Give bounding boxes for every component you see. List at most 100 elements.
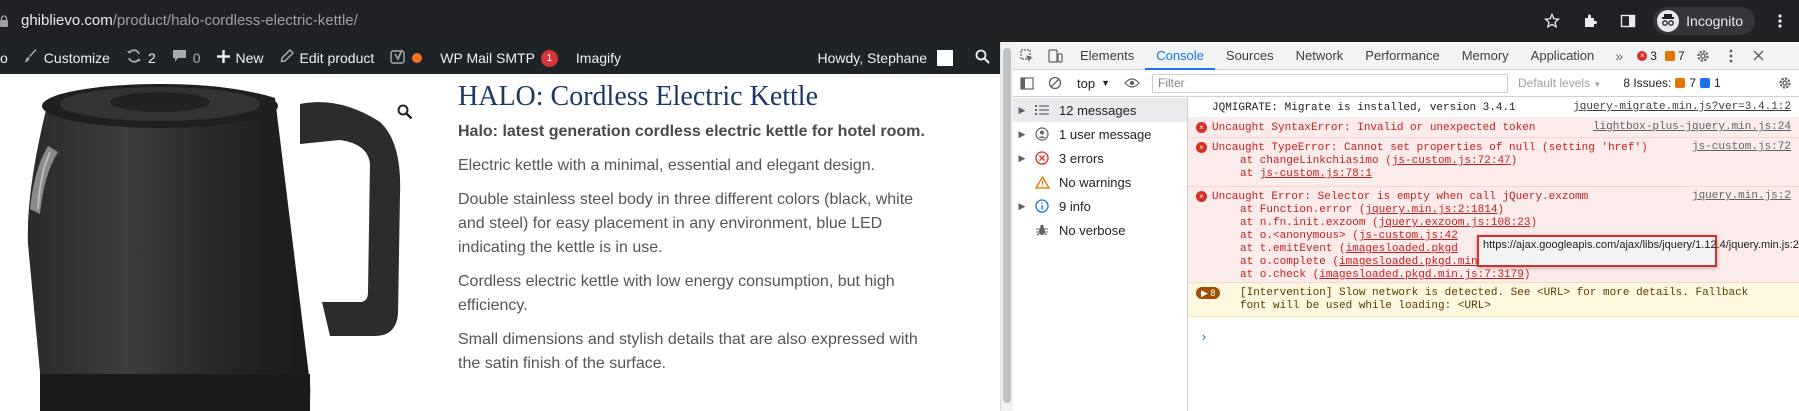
console-prompt[interactable]: ›	[1200, 330, 1208, 345]
sidebar-item-label: 9 info	[1059, 198, 1091, 214]
error-count[interactable]: × 3	[1633, 49, 1661, 63]
image-zoom-icon[interactable]	[397, 104, 413, 125]
customize-link[interactable]: Customize	[24, 42, 110, 74]
updates-link[interactable]: 2	[126, 42, 156, 74]
stack-frame-link[interactable]: jquery.min.js:2:1814	[1365, 204, 1497, 216]
product-page: HALO: Cordless Electric Kettle Halo: lat…	[0, 74, 1000, 411]
link-url-tooltip: https://ajax.googleapis.com/ajax/libs/jq…	[1477, 235, 1799, 267]
stack-frame-link[interactable]: jquery.exzoom.js:108:23	[1379, 217, 1531, 229]
issues-button[interactable]: 8 Issues: 7 1	[1623, 76, 1720, 90]
message-source-link[interactable]: jquery-migrate.min.js?ver=3.4.1:2	[1573, 101, 1791, 114]
avatar[interactable]	[937, 50, 953, 66]
lock-icon[interactable]	[0, 15, 8, 27]
yoast-seo-link[interactable]	[390, 42, 423, 74]
wp-admin-fragment[interactable]: o	[0, 42, 8, 74]
stack-frame: at o.check (imagesloaded.pkgd.min.js:7:3…	[1240, 269, 1531, 281]
wp-mail-smtp-link[interactable]: WP Mail SMTP 1	[440, 42, 558, 74]
close-devtools-icon[interactable]	[1745, 42, 1773, 70]
sidebar-item-errors[interactable]: ▶ 3 errors	[1013, 146, 1187, 170]
sidebar-item-label: 12 messages	[1059, 102, 1137, 118]
settings-gear-icon[interactable]	[1689, 42, 1717, 70]
sidebar-item-user-messages[interactable]: ▶ 1 user message	[1013, 122, 1187, 146]
address-bar[interactable]: ghiblievo.com/product/halo-cordless-elec…	[21, 12, 358, 29]
chevron-down-icon: ▼	[1593, 80, 1602, 89]
console-filter-input[interactable]	[1152, 73, 1508, 93]
warning-count[interactable]: 7	[1661, 49, 1689, 63]
more-tabs-icon[interactable]: »	[1605, 42, 1633, 70]
stack-frame-text: at changeLinkchiasimo (	[1240, 155, 1392, 167]
imagify-label: Imagify	[575, 50, 622, 66]
console-settings-gear-icon[interactable]	[1771, 69, 1799, 97]
stack-frame: at changeLinkchiasimo (js-custom.js:72:4…	[1240, 155, 1518, 167]
edit-product-label: Edit product	[299, 50, 375, 66]
stack-frame-link[interactable]: imagesloaded.pkgd.min.js:7:3179	[1319, 269, 1524, 281]
tab-network[interactable]: Network	[1285, 42, 1355, 70]
message-source-link[interactable]: jquery.min.js:2	[1692, 190, 1791, 203]
kettle-product-image[interactable]	[0, 74, 440, 411]
error-count-value: 3	[1650, 48, 1657, 63]
issues-info-count: 1	[1714, 76, 1721, 90]
howdy-user-menu[interactable]: Howdy, Stephane	[818, 50, 927, 66]
error-icon: ×	[1196, 122, 1207, 133]
clear-console-icon[interactable]	[1041, 69, 1069, 97]
product-description-1: Electric kettle with a minimal, essentia…	[458, 157, 876, 174]
stack-frame-text: at o.<anonymous> (	[1240, 230, 1359, 242]
message-text: [Intervention] Slow network is detected.…	[1240, 287, 1749, 299]
edit-product-link[interactable]: Edit product	[280, 42, 375, 74]
page-scrollbar-thumb[interactable]	[1003, 48, 1011, 403]
sidebar-item-info[interactable]: ▶ 9 info	[1013, 194, 1187, 218]
extensions-icon[interactable]	[1571, 0, 1609, 42]
toggle-sidebar-icon[interactable]	[1013, 69, 1041, 97]
side-panel-icon[interactable]	[1609, 0, 1647, 42]
context-selector[interactable]: top ▼	[1069, 76, 1118, 91]
sidebar-item-label: 1 user message	[1059, 126, 1152, 142]
imagify-link[interactable]: Imagify	[576, 42, 621, 74]
stack-frame-link[interactable]: js-custom.js:72:47	[1392, 155, 1511, 167]
inspect-element-icon[interactable]	[1013, 42, 1041, 70]
yoast-icon	[390, 49, 406, 68]
product-description-3: Cordless electric kettle with low energy…	[458, 273, 895, 314]
bookmark-star-icon[interactable]	[1533, 0, 1571, 42]
live-expression-eye-icon[interactable]	[1118, 69, 1146, 97]
sidebar-item-messages[interactable]: ▶ 12 messages	[1013, 98, 1187, 122]
repeat-count-badge[interactable]: ▶ 8	[1196, 287, 1221, 299]
tab-console[interactable]: Console	[1145, 42, 1215, 70]
url-host: ghiblievo.com	[21, 12, 113, 29]
sidebar-item-verbose[interactable]: No verbose	[1013, 218, 1187, 242]
context-selector-value: top	[1077, 75, 1096, 91]
new-content-link[interactable]: New	[216, 42, 264, 74]
wp-mail-smtp-label: WP Mail SMTP	[440, 50, 535, 66]
tab-memory[interactable]: Memory	[1451, 42, 1520, 70]
comments-link[interactable]: 0	[172, 42, 201, 74]
message-source-link[interactable]: js-custom.js:72	[1692, 141, 1791, 154]
expand-arrow-icon: ▶	[1018, 152, 1026, 163]
stack-frame-link[interactable]: js-custom.js:42	[1359, 230, 1458, 242]
product-lead: Halo: latest generation cordless electri…	[458, 123, 925, 140]
tab-application[interactable]: Application	[1520, 42, 1606, 70]
message-source-link[interactable]: lightbox-plus-jquery.min.js:24	[1593, 121, 1791, 134]
stack-frame-text: at Function.error (	[1240, 204, 1366, 216]
url-path: /product/halo-cordless-electric-kettle/	[112, 12, 358, 29]
warning-count-icon	[1664, 50, 1675, 61]
devtools-menu-icon[interactable]	[1717, 42, 1745, 70]
plus-icon	[216, 49, 230, 67]
search-icon[interactable]	[975, 49, 990, 67]
new-label: New	[235, 50, 264, 66]
page-scrollbar[interactable]	[1000, 42, 1013, 411]
tab-performance[interactable]: Performance	[1354, 42, 1450, 70]
incognito-profile-button[interactable]: Incognito	[1653, 7, 1755, 35]
device-toolbar-icon[interactable]	[1041, 42, 1069, 70]
warning-icon	[1031, 175, 1053, 189]
tab-elements[interactable]: Elements	[1069, 42, 1145, 70]
updates-count: 2	[147, 50, 156, 66]
log-levels-dropdown[interactable]: Default levels ▼	[1518, 76, 1601, 90]
stack-frame-link[interactable]: imagesloaded.pkgd	[1346, 243, 1458, 255]
browser-menu-icon[interactable]	[1761, 0, 1799, 42]
expand-arrow-icon: ▶	[1018, 200, 1026, 211]
sidebar-item-warnings[interactable]: No warnings	[1013, 170, 1187, 194]
stack-frame-link[interactable]: js-custom.js:78:1	[1260, 168, 1372, 180]
tab-sources[interactable]: Sources	[1215, 42, 1285, 70]
comments-icon	[172, 49, 187, 67]
brush-icon	[24, 49, 38, 67]
repeat-count-value: 8	[1210, 288, 1216, 298]
